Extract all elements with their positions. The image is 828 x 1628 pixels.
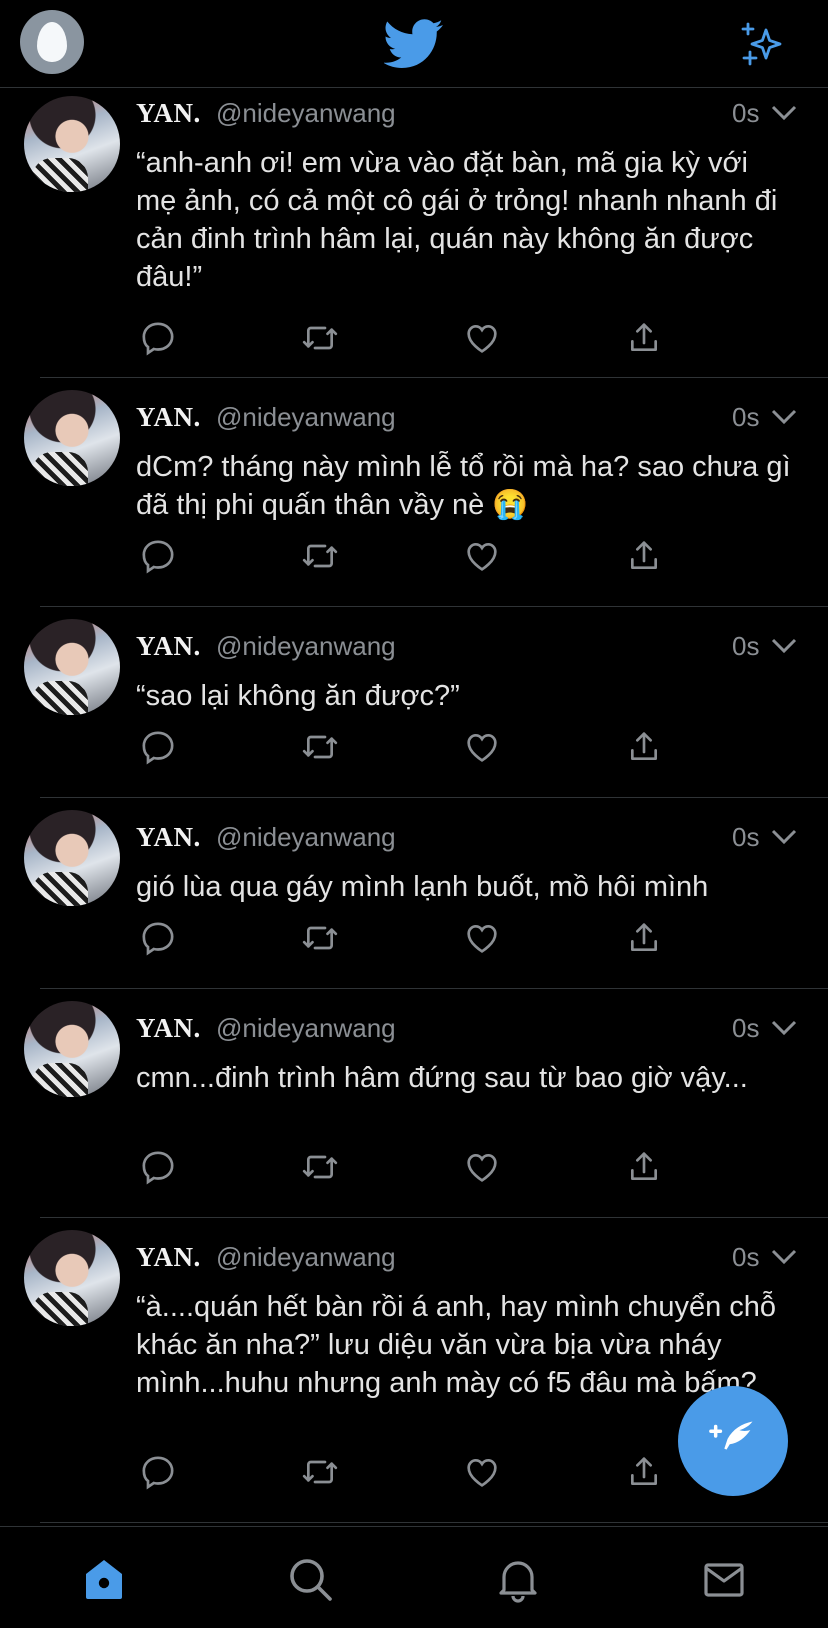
share-icon[interactable]: [624, 918, 664, 958]
author-handle: @nideyanwang: [216, 631, 396, 661]
share-icon[interactable]: [624, 727, 664, 767]
retweet-icon[interactable]: [300, 1147, 340, 1187]
like-icon[interactable]: [462, 727, 502, 767]
share-icon[interactable]: [624, 318, 664, 358]
author-name[interactable]: YAN.: [136, 822, 201, 853]
tweet-text: “à....quán hết bàn rồi á anh, hay mình c…: [136, 1291, 777, 1399]
retweet-icon[interactable]: [300, 318, 340, 358]
tweet[interactable]: YAN. @nideyanwang 0s dCm? tháng này mình…: [0, 378, 828, 607]
avatar[interactable]: [24, 96, 120, 192]
chevron-down-icon[interactable]: [770, 828, 798, 846]
reply-icon[interactable]: [138, 1452, 178, 1492]
tweet-text: gió lùa qua gáy mình lạnh buốt, mồ hôi m…: [136, 871, 709, 903]
notifications-icon[interactable]: [494, 1555, 542, 1603]
tweet-text: dCm? tháng này mình lễ tổ rồi mà ha? sao…: [136, 451, 791, 521]
timestamp: 0s: [732, 822, 760, 852]
retweet-icon[interactable]: [300, 1452, 340, 1492]
like-icon[interactable]: [462, 536, 502, 576]
avatar[interactable]: [24, 1001, 120, 1097]
reply-icon[interactable]: [138, 918, 178, 958]
avatar[interactable]: [24, 810, 120, 906]
timestamp: 0s: [732, 402, 760, 432]
author-name[interactable]: YAN.: [136, 1013, 201, 1044]
compose-tweet-button[interactable]: [678, 1386, 788, 1496]
tweet[interactable]: YAN. @nideyanwang 0s “anh-anh ơi! em vừa…: [0, 88, 828, 378]
feather-plus-icon: [709, 1421, 753, 1450]
author-handle: @nideyanwang: [216, 98, 396, 128]
sparkle-icon[interactable]: [740, 20, 788, 68]
timestamp: 0s: [732, 1013, 760, 1043]
author-handle: @nideyanwang: [216, 1013, 396, 1043]
like-icon[interactable]: [462, 1147, 502, 1187]
egg-avatar-icon: [37, 22, 67, 62]
like-icon[interactable]: [462, 918, 502, 958]
tweet[interactable]: YAN. @nideyanwang 0s gió lùa qua gáy mìn…: [0, 798, 828, 989]
tweet[interactable]: YAN. @nideyanwang 0s cmn...đinh trình hâ…: [0, 989, 828, 1218]
author-name[interactable]: YAN.: [136, 631, 201, 662]
tweet-text: “anh-anh ơi! em vừa vào đặt bàn, mã gia …: [136, 147, 778, 293]
retweet-icon[interactable]: [300, 536, 340, 576]
chevron-down-icon[interactable]: [770, 1019, 798, 1037]
author-handle: @nideyanwang: [216, 822, 396, 852]
home-icon[interactable]: [80, 1555, 128, 1603]
bottom-tab-bar: [0, 1526, 828, 1628]
share-icon[interactable]: [624, 1452, 664, 1492]
author-name[interactable]: YAN.: [136, 402, 201, 433]
twitter-bird-icon[interactable]: [384, 18, 444, 70]
retweet-icon[interactable]: [300, 727, 340, 767]
search-icon[interactable]: [286, 1555, 334, 1603]
reply-icon[interactable]: [138, 318, 178, 358]
timestamp: 0s: [732, 1242, 760, 1272]
reply-icon[interactable]: [138, 1147, 178, 1187]
chevron-down-icon[interactable]: [770, 408, 798, 426]
messages-icon[interactable]: [700, 1555, 748, 1603]
timeline[interactable]: YAN. @nideyanwang 0s “anh-anh ơi! em vừa…: [0, 88, 828, 1526]
like-icon[interactable]: [462, 318, 502, 358]
like-icon[interactable]: [462, 1452, 502, 1492]
chevron-down-icon[interactable]: [770, 1248, 798, 1266]
reply-icon[interactable]: [138, 727, 178, 767]
chevron-down-icon[interactable]: [770, 104, 798, 122]
avatar[interactable]: [24, 1230, 120, 1326]
tweet[interactable]: YAN. @nideyanwang 0s “sao lại không ăn đ…: [0, 607, 828, 798]
share-icon[interactable]: [624, 1147, 664, 1187]
tweet-text: cmn...đinh trình hâm đứng sau từ bao giờ…: [136, 1062, 748, 1094]
avatar[interactable]: [24, 390, 120, 486]
author-name[interactable]: YAN.: [136, 1242, 201, 1273]
author-name[interactable]: YAN.: [136, 98, 201, 129]
tweet-text: “sao lại không ăn được?”: [136, 680, 460, 712]
reply-icon[interactable]: [138, 536, 178, 576]
timestamp: 0s: [732, 631, 760, 661]
retweet-icon[interactable]: [300, 918, 340, 958]
author-handle: @nideyanwang: [216, 1242, 396, 1272]
top-bar: [0, 0, 828, 88]
profile-avatar-button[interactable]: [20, 10, 84, 74]
timestamp: 0s: [732, 98, 760, 128]
author-handle: @nideyanwang: [216, 402, 396, 432]
avatar[interactable]: [24, 619, 120, 715]
chevron-down-icon[interactable]: [770, 637, 798, 655]
share-icon[interactable]: [624, 536, 664, 576]
divider: [40, 1522, 828, 1523]
